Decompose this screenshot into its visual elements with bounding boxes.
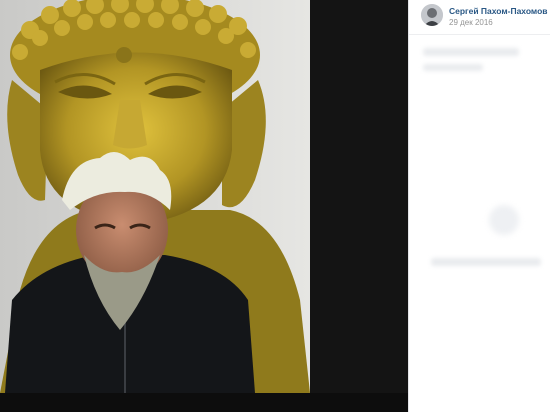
loading-placeholder	[423, 64, 483, 71]
loading-placeholder	[423, 48, 519, 56]
loading-placeholder	[431, 258, 541, 266]
post-photo[interactable]	[0, 0, 310, 393]
post-author-header: Сергей Пахом-Пахомов 29 дек 2016	[421, 4, 550, 32]
post-date[interactable]: 29 дек 2016	[449, 18, 493, 27]
photo-viewer	[0, 0, 408, 412]
avatar[interactable]	[421, 4, 443, 26]
post-sidebar: Сергей Пахом-Пахомов 29 дек 2016	[408, 0, 550, 412]
loading-spinner-icon	[489, 205, 519, 235]
divider	[409, 34, 550, 35]
viewer-bottom-bar	[0, 393, 408, 412]
author-name-link[interactable]: Сергей Пахом-Пахомов	[449, 6, 548, 16]
